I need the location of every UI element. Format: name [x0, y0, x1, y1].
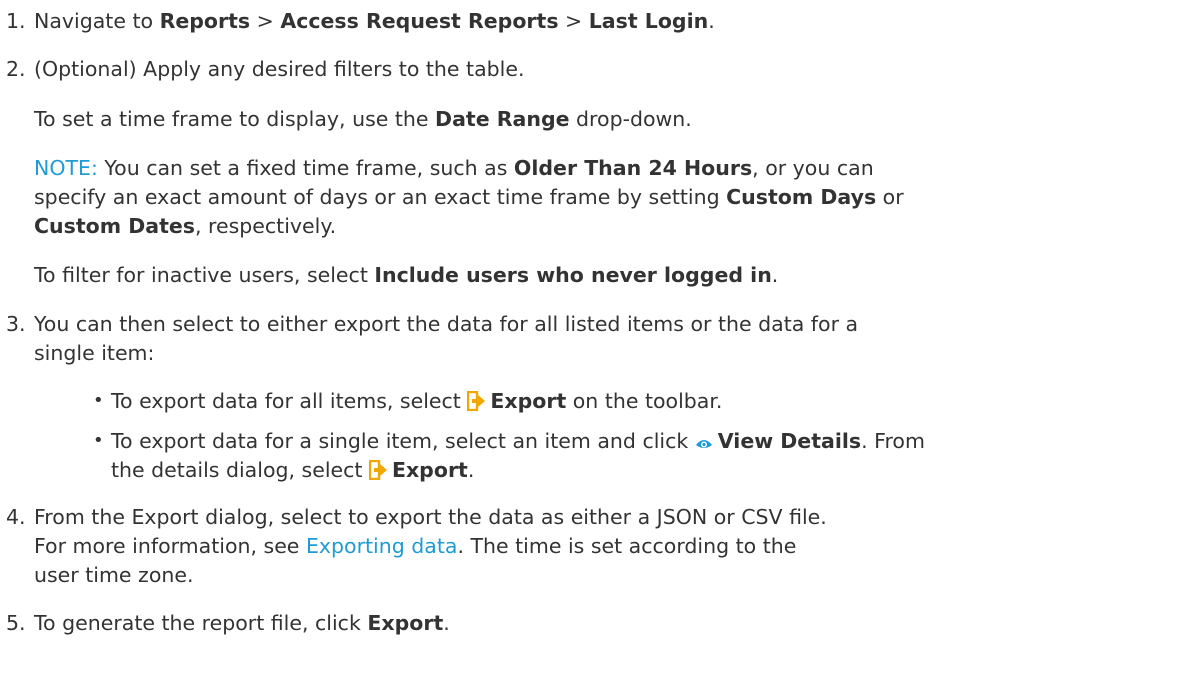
text-segment: , or you can [752, 156, 874, 180]
path-separator: > [558, 9, 589, 33]
text-segment: To set a time frame to display, use the [34, 107, 436, 131]
export-label: Export [490, 389, 567, 413]
step-text: From the Export dialog, select to export… [34, 505, 827, 529]
text-segment: To generate the report file, click [34, 611, 368, 635]
view-details-label: View Details [717, 429, 862, 453]
step-text: (Optional) Apply any desired filters to … [34, 57, 525, 81]
eye-icon [695, 431, 713, 457]
text-segment: To filter for inactive users, select [34, 263, 375, 287]
text-segment: . [708, 9, 715, 33]
export-label: Export [367, 611, 444, 635]
step-text: You can then select to either export the… [34, 312, 859, 336]
text-segment: . [467, 458, 475, 482]
text-segment: , respectively. [194, 214, 337, 238]
step-number: 5. [6, 611, 26, 635]
path-last-login: Last Login [588, 9, 709, 33]
custom-dates-label: Custom Dates [34, 214, 195, 238]
older-than-label: Older Than 24 Hours [513, 156, 753, 180]
text-segment: the details dialog, select [111, 458, 369, 482]
text-segment: drop-down. [569, 107, 692, 131]
include-never-logged-label: Include users who never logged in [374, 263, 772, 287]
exporting-data-link[interactable]: Exporting data [306, 534, 458, 558]
text-segment: . From [861, 429, 925, 453]
text-segment: Navigate to [34, 9, 160, 33]
path-access-request-reports: Access Request Reports [280, 9, 559, 33]
text-segment: . [443, 611, 450, 635]
note-label: NOTE: [34, 156, 98, 180]
text-segment: For more information, see [34, 534, 306, 558]
date-range-label: Date Range [435, 107, 570, 131]
text-segment: You can set a fixed time frame, such as [97, 156, 514, 180]
step-number: 1. [6, 9, 26, 33]
path-reports: Reports [159, 9, 251, 33]
text-segment: specify an exact amount of days or an ex… [34, 185, 727, 209]
step-number: 2. [6, 57, 26, 81]
step-text: Navigate to Reports > Access Request Rep… [34, 8, 715, 34]
path-separator: > [250, 9, 281, 33]
text-segment: . [771, 263, 779, 287]
text-segment: . The time is set according to the [457, 534, 797, 558]
step-number: 3. [6, 312, 26, 336]
bullet-marker: • [93, 430, 104, 451]
export-icon [368, 459, 387, 486]
export-icon [467, 390, 486, 417]
step-text: single item: [34, 341, 155, 365]
text-segment: or [876, 185, 904, 209]
custom-days-label: Custom Days [726, 185, 877, 209]
step-number: 4. [6, 505, 26, 529]
text-segment: on the toolbar. [566, 389, 723, 413]
bullet-marker: • [93, 390, 104, 411]
text-segment: To export data for all items, select [111, 389, 468, 413]
text-segment: To export data for a single item, select… [111, 429, 695, 453]
step-text: user time zone. [34, 563, 194, 587]
export-label: Export [391, 458, 468, 482]
